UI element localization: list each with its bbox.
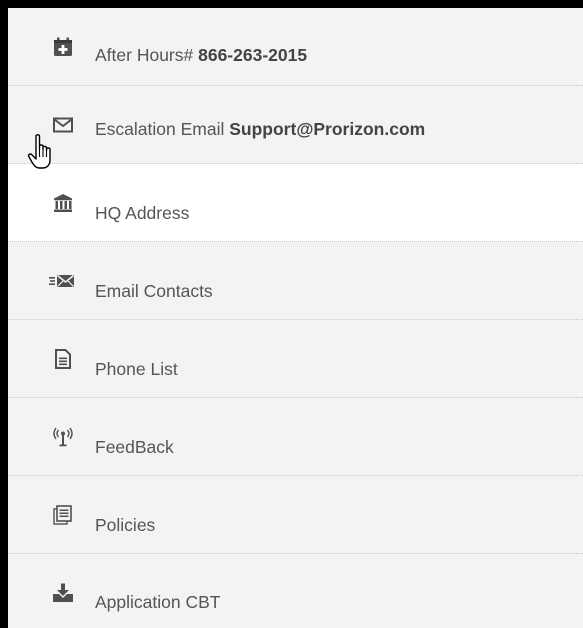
menu-item-label: Phone List (95, 359, 178, 379)
after-hours-phone: 866-263-2015 (198, 45, 308, 65)
menu-item-application-cbt[interactable]: Application CBT (8, 554, 583, 628)
menu-item-phone-list[interactable]: Phone List (8, 320, 583, 398)
menu-item-hq-address[interactable]: HQ Address (8, 164, 583, 242)
fast-envelope-icon (48, 270, 76, 292)
menu-item-label: Application CBT (95, 592, 221, 612)
menu-item-label: Escalation Email (95, 119, 225, 139)
menu-item-label: FeedBack (95, 437, 174, 457)
download-tray-icon (52, 582, 74, 604)
documents-icon (52, 504, 74, 526)
menu-item-label: Policies (95, 515, 156, 535)
menu-item-policies[interactable]: Policies (8, 476, 583, 554)
menu-item-label: After Hours# (95, 45, 194, 65)
escalation-email-address: Support@Prorizon.com (229, 119, 426, 139)
menu-item-email-contacts[interactable]: Email Contacts (8, 242, 583, 320)
menu-item-escalation-email[interactable]: Escalation Email Support@Prorizon.com (8, 86, 583, 164)
calendar-plus-icon (52, 36, 74, 58)
hand-pointer-icon (27, 133, 55, 173)
menu-item-label: HQ Address (95, 203, 190, 223)
info-menu-panel: After Hours# 866-263-2015 Escalation Ema… (8, 8, 583, 628)
envelope-icon (52, 114, 74, 136)
menu-item-feedback[interactable]: FeedBack (8, 398, 583, 476)
bank-icon (52, 192, 74, 214)
menu-item-label: Email Contacts (95, 281, 213, 301)
document-icon (52, 348, 74, 370)
menu-item-after-hours[interactable]: After Hours# 866-263-2015 (8, 8, 583, 86)
antenna-icon (52, 426, 74, 448)
